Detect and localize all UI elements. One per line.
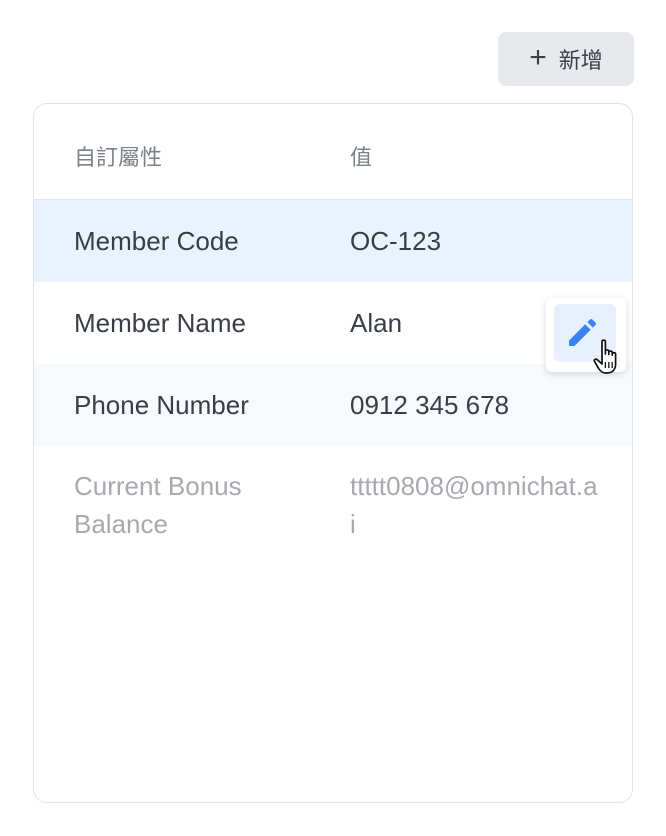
attribute-value: OC-123: [350, 226, 442, 256]
add-button[interactable]: + 新增: [498, 32, 634, 86]
table-row[interactable]: Member Name Alan: [34, 282, 632, 364]
column-header-value: 值: [350, 145, 373, 170]
table-row[interactable]: Member Code OC-123: [34, 200, 632, 282]
add-button-label: 新增: [558, 48, 603, 73]
attribute-value: 0912 345 678: [350, 390, 510, 420]
attribute-name: Current Bonus Balance: [74, 471, 242, 539]
table-header: 自訂屬性 值: [34, 104, 632, 200]
attribute-name: Phone Number: [74, 390, 249, 420]
table-row[interactable]: Phone Number 0912 345 678: [34, 364, 632, 446]
attribute-value: Alan: [350, 308, 403, 338]
table-row[interactable]: Current Bonus Balance ttttt0808@omnichat…: [34, 446, 632, 556]
column-header-attribute: 自訂屬性: [74, 145, 163, 170]
attribute-value: ttttt0808@omnichat.ai: [350, 471, 598, 539]
edit-button[interactable]: [554, 304, 617, 374]
custom-attributes-table: 自訂屬性 值 Member Code OC-123 Member Name Al…: [33, 103, 633, 803]
hand-cursor-icon: [593, 339, 617, 374]
plus-icon: +: [529, 40, 547, 74]
attribute-name: Member Name: [74, 308, 246, 338]
row-action-popover: [546, 298, 626, 374]
attribute-name: Member Code: [74, 226, 239, 256]
